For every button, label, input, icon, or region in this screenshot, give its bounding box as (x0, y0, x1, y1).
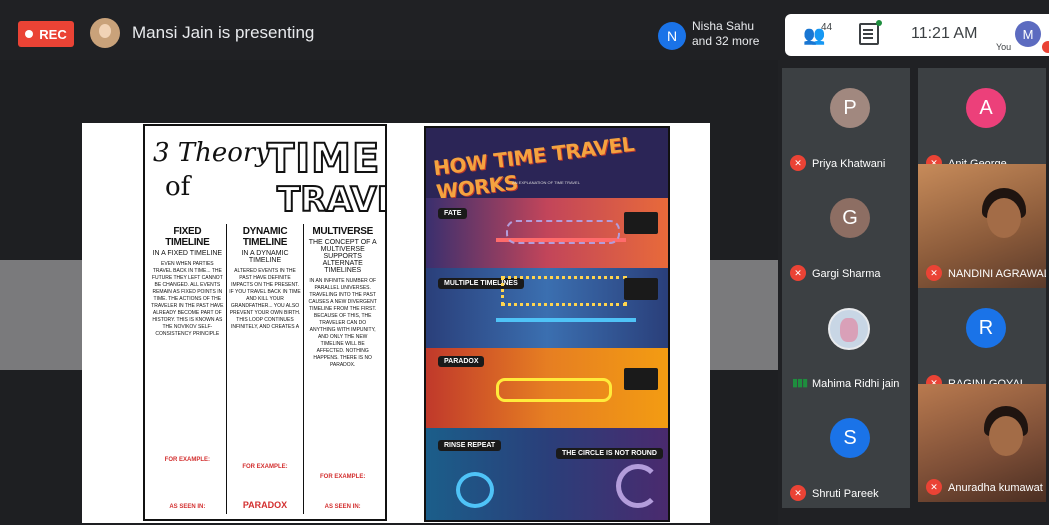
people-count: 44 (821, 22, 833, 33)
participant-avatar: G (830, 198, 870, 238)
participant-picture-avatar (828, 308, 870, 350)
participant-name: NANDINI AGRAWAL (948, 268, 1046, 280)
notification-avatar[interactable]: N (658, 22, 686, 50)
speaking-indicator-icon: ▮▮▮ (792, 377, 808, 389)
poster-title-part-1: 3 Theory (153, 138, 271, 168)
theory-column: MULTIVERSE THE CONCEPT OF A MULTIVERSE S… (304, 224, 381, 514)
theory-subheading: IN A DYNAMIC TIMELINE (241, 250, 289, 264)
theory-body: IN AN INFINITE NUMBER OF PARALLEL UNIVER… (308, 278, 377, 368)
recording-label: REC (39, 26, 67, 42)
section-label: THE CIRCLE IS NOT ROUND (556, 448, 663, 459)
poster-title-word-1: TIME (266, 135, 381, 183)
participant-tile[interactable]: G ✕ Gargi Sharma (782, 178, 910, 288)
theory-seen-in: AS SEEN IN: (169, 504, 206, 510)
theory-heading: FIXED TIMELINE (165, 226, 210, 248)
join-notification[interactable]: Nisha Sahu and 32 more (692, 19, 759, 49)
how-time-travel-works-poster: HOW TIME TRAVEL WORKS AN EXPLANATION OF … (424, 126, 670, 522)
mic-off-icon: ✕ (790, 265, 806, 281)
participant-avatar: P (830, 88, 870, 128)
theory-example-label: FOR EXAMPLE: (164, 457, 210, 463)
poster-title-word-2: TRAVEL (276, 179, 385, 221)
recording-badge: REC (18, 21, 74, 47)
poster-title-part-2: of (165, 172, 191, 202)
participant-name: Shruti Pareek (812, 488, 879, 500)
theory-subheading: THE CONCEPT OF A MULTIVERSE SUPPORTS ALT… (308, 239, 377, 274)
poster-title: 3 Theory of TIME TRAVEL (149, 130, 385, 221)
mic-off-icon: ✕ (790, 155, 806, 171)
participants-panel: P ✕ Priya Khatwani A ✕ Anit George G ✕ G… (778, 60, 1049, 525)
presenter-avatar (90, 18, 120, 48)
participant-name: Anuradha kumawat (948, 482, 1043, 494)
participant-tile[interactable]: A ✕ Anit George (918, 68, 1046, 178)
self-avatar[interactable]: M (1015, 21, 1041, 47)
theory-example-label: FOR EXAMPLE: (320, 474, 366, 480)
theory-subheading: IN A FIXED TIMELINE (152, 250, 223, 257)
theory-columns: FIXED TIMELINE IN A FIXED TIMELINE EVEN … (149, 224, 381, 514)
theory-column: FIXED TIMELINE IN A FIXED TIMELINE EVEN … (149, 224, 227, 514)
participant-video (987, 198, 1021, 238)
participant-video (989, 416, 1023, 456)
theory-body: EVEN WHEN PARTIES TRAVEL BACK IN TIME...… (151, 261, 224, 337)
participant-video-tile[interactable]: ✕ Anuradha kumawat (918, 384, 1046, 502)
self-mic-status-icon (1042, 41, 1049, 53)
notification-line-2: and 32 more (692, 34, 760, 48)
presenting-status: Mansi Jain is presenting (132, 23, 315, 42)
theory-heading: MULTIVERSE (312, 226, 374, 237)
participant-name: Priya Khatwani (812, 158, 886, 170)
mic-off-icon: ✕ (926, 265, 942, 281)
mic-off-icon: ✕ (926, 479, 942, 495)
section-label: PARADOX (438, 356, 485, 367)
mic-off-icon: ✕ (790, 485, 806, 501)
participant-avatar: R (966, 308, 1006, 348)
participant-avatar: S (830, 418, 870, 458)
infographic-subtitle: AN EXPLANATION OF TIME TRAVEL (512, 180, 580, 185)
record-dot-icon (25, 30, 34, 38)
participant-video-tile[interactable]: ✕ NANDINI AGRAWAL (918, 164, 1046, 288)
you-label: You (996, 42, 1012, 52)
theory-body: ALTERED EVENTS IN THE PAST HAVE DEFINITE… (229, 268, 301, 330)
theory-example-label: FOR EXAMPLE: (242, 464, 288, 470)
theory-column: DYNAMIC TIMELINE IN A DYNAMIC TIMELINE A… (227, 224, 305, 514)
participant-tile[interactable]: P ✕ Priya Khatwani (782, 68, 910, 178)
section-label: RINSE REPEAT (438, 440, 502, 451)
participant-tile[interactable]: R ✕ RAGINI GOYAL (918, 288, 1046, 398)
time-travel-theory-poster: 3 Theory of TIME TRAVEL FIXED TIMELINE I… (143, 124, 387, 521)
participant-name: Gargi Sharma (812, 268, 881, 280)
participant-tile[interactable]: S ✕ Shruti Pareek (782, 398, 910, 508)
notification-line-1: Nisha Sahu (692, 19, 755, 33)
section-label: FATE (438, 208, 468, 219)
infographic-title: HOW TIME TRAVEL WORKS (431, 131, 636, 205)
meeting-controls-bar: 👥 44 11:21 AM You M (785, 14, 1049, 56)
theory-heading: DYNAMIC TIMELINE (242, 226, 288, 248)
participant-name: Mahima Ridhi jain (812, 378, 900, 390)
participant-tile[interactable]: ▮▮▮ Mahima Ridhi jain (782, 288, 910, 398)
theory-seen-in: AS SEEN IN: (324, 504, 361, 510)
theory-seen-in: PARADOX (242, 500, 288, 510)
chat-icon[interactable] (859, 20, 882, 45)
meeting-clock: 11:21 AM (911, 25, 978, 42)
participant-avatar: A (966, 88, 1006, 128)
